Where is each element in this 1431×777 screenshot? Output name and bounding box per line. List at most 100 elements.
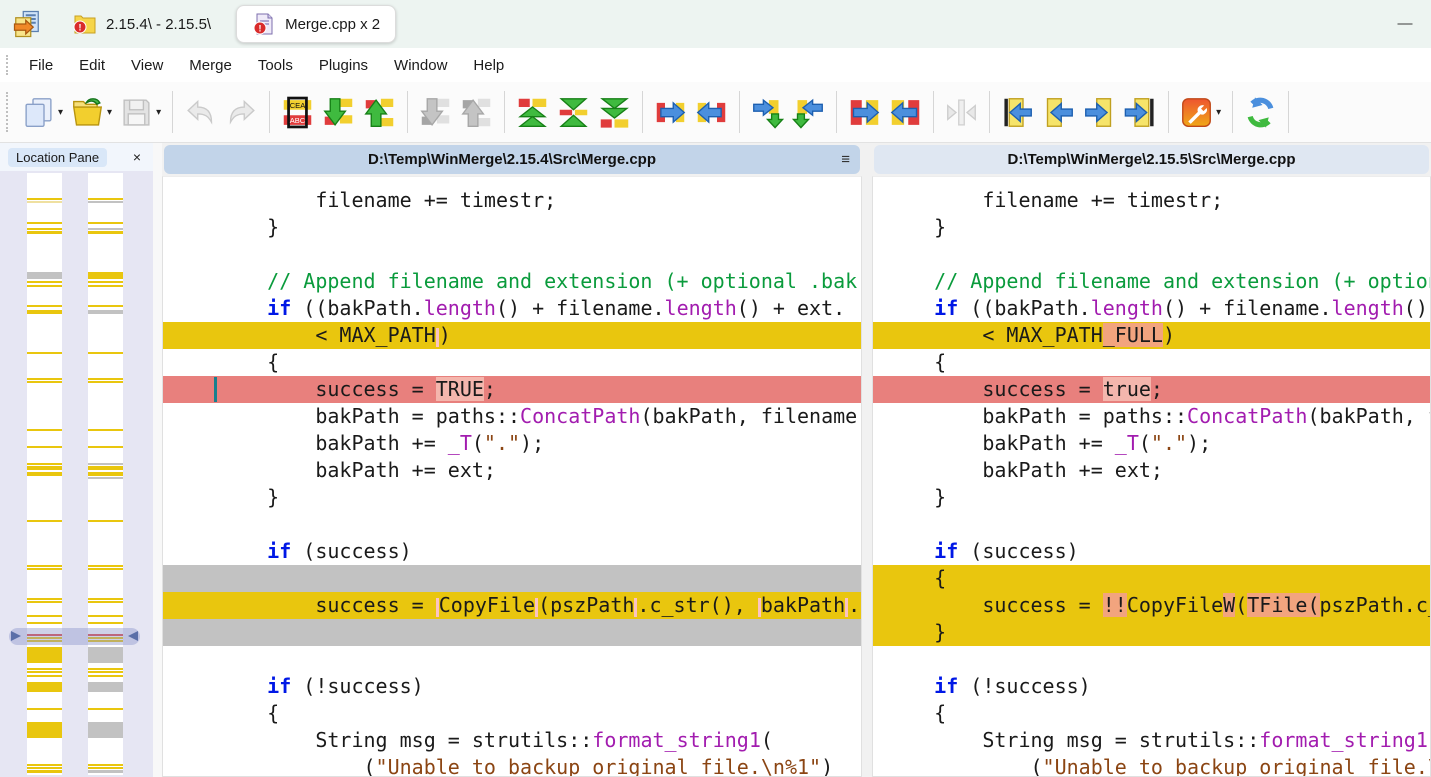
location-diff-bar[interactable] [88, 708, 123, 710]
location-diff-bar[interactable] [88, 615, 123, 617]
location-diff-bar[interactable] [88, 520, 123, 522]
next-conflict-button[interactable] [415, 87, 456, 137]
location-diff-bar[interactable] [88, 770, 123, 773]
location-diff-bar[interactable] [88, 281, 123, 283]
location-diff-bar[interactable] [27, 708, 62, 710]
location-diff-bar[interactable] [88, 466, 123, 470]
code-line[interactable]: { [163, 349, 861, 376]
location-diff-bar[interactable] [88, 722, 123, 738]
location-diff-bar[interactable] [27, 305, 62, 307]
menu-tools[interactable]: Tools [245, 57, 306, 74]
copy-all-left-button[interactable] [885, 87, 926, 137]
location-diff-bar[interactable] [88, 764, 123, 766]
location-diff-bar[interactable] [88, 682, 123, 692]
code-line[interactable]: if (!success) [873, 673, 1430, 700]
location-diff-bar[interactable] [88, 381, 123, 383]
code-line[interactable]: filename += timestr; [163, 187, 861, 214]
location-diff-bar[interactable] [88, 285, 123, 287]
location-diff-bar[interactable] [27, 668, 62, 670]
file-header-left[interactable]: D:\Temp\WinMerge\2.15.4\Src\Merge.cpp ≡ [164, 145, 860, 174]
previous-difference-button[interactable] [359, 87, 400, 137]
location-diff-bar[interactable] [88, 228, 123, 230]
location-diff-bar[interactable] [27, 615, 62, 617]
pane-menu-icon[interactable]: ≡ [841, 145, 850, 174]
copy-right-button[interactable] [650, 87, 691, 137]
location-diff-bar[interactable] [27, 272, 62, 279]
location-diff-bar[interactable] [27, 285, 62, 287]
code-line[interactable]: String msg = strutils::format_string1( [163, 727, 861, 754]
location-diff-bar[interactable] [27, 520, 62, 522]
location-diff-bar[interactable] [88, 668, 123, 670]
location-pane-close-button[interactable]: × [129, 149, 145, 165]
location-diff-bar[interactable] [27, 231, 62, 234]
code-line[interactable]: ("Unable to backup original file.\n%1") [873, 754, 1430, 777]
previous-conflict-button[interactable] [456, 87, 497, 137]
file-header-right[interactable]: D:\Temp\WinMerge\2.15.5\Src\Merge.cpp [874, 145, 1429, 174]
code-line[interactable]: } [873, 619, 1430, 646]
code-line[interactable]: bakPath += ext; [873, 457, 1430, 484]
last-difference-button[interactable] [594, 87, 635, 137]
code-line[interactable]: { [873, 565, 1430, 592]
location-diff-bar[interactable] [27, 463, 62, 465]
location-diff-bar[interactable] [88, 201, 123, 203]
code-line[interactable]: bakPath = paths::ConcatPath(bakPath, fil… [163, 403, 861, 430]
location-diff-bar[interactable] [27, 466, 62, 470]
location-diff-bar[interactable] [88, 231, 123, 234]
menu-merge[interactable]: Merge [176, 57, 245, 74]
location-diff-bar[interactable] [88, 472, 123, 476]
menu-edit[interactable]: Edit [66, 57, 118, 74]
location-diff-bar[interactable] [27, 198, 62, 200]
minimize-button[interactable]: — [1395, 14, 1415, 34]
code-line[interactable]: if ((bakPath.length() + filename.length(… [873, 295, 1430, 322]
location-diff-bar[interactable] [88, 305, 123, 307]
location-diff-bar[interactable] [88, 675, 123, 677]
code-line[interactable]: < MAX_PATH) [163, 322, 861, 349]
undo-button[interactable] [180, 87, 221, 137]
menu-view[interactable]: View [118, 57, 176, 74]
options-button[interactable]: ▾ [1176, 87, 1225, 137]
code-line[interactable]: { [873, 349, 1430, 376]
location-diff-bar[interactable] [27, 378, 62, 380]
location-diff-bar[interactable] [88, 477, 123, 479]
new-button[interactable]: ▾ [18, 87, 67, 137]
location-diff-bar[interactable] [27, 310, 62, 314]
location-diff-bar[interactable] [88, 310, 123, 314]
code-view-right[interactable]: filename += timestr; } // Append filenam… [872, 176, 1431, 777]
code-line[interactable]: } [163, 484, 861, 511]
code-line[interactable] [163, 646, 861, 673]
location-diff-bar[interactable] [88, 598, 123, 600]
code-line[interactable] [163, 511, 861, 538]
location-diff-bar[interactable] [88, 767, 123, 769]
location-diff-bar[interactable] [27, 446, 62, 448]
location-diff-bar[interactable] [88, 622, 123, 624]
code-line[interactable] [163, 565, 861, 592]
code-line[interactable]: bakPath += _T("."); [163, 430, 861, 457]
location-diff-bar[interactable] [88, 198, 123, 200]
location-diff-bar[interactable] [27, 281, 62, 283]
location-diff-bar[interactable] [27, 201, 62, 203]
save-button[interactable]: ▾ [116, 87, 165, 137]
compare-rules-button[interactable]: CEAABC [277, 87, 318, 137]
code-line[interactable]: // Append filename and extension (+ opti… [163, 268, 861, 295]
refresh-button[interactable] [1240, 87, 1281, 137]
menu-plugins[interactable]: Plugins [306, 57, 381, 74]
code-line[interactable]: if (success) [163, 538, 861, 565]
last-file-button[interactable] [1120, 87, 1161, 137]
location-diff-bar[interactable] [27, 228, 62, 230]
tab-file-compare[interactable]: ! Merge.cpp x 2 [236, 5, 396, 43]
code-line[interactable]: { [163, 700, 861, 727]
first-file-button[interactable] [997, 87, 1038, 137]
location-viewport-indicator[interactable] [9, 628, 140, 645]
location-diff-bar[interactable] [27, 682, 62, 692]
location-diff-bar[interactable] [27, 352, 62, 354]
copy-left-button[interactable] [691, 87, 732, 137]
code-line[interactable] [873, 646, 1430, 673]
copy-all-right-button[interactable] [844, 87, 885, 137]
code-line[interactable]: bakPath += ext; [163, 457, 861, 484]
location-diff-bar[interactable] [27, 764, 62, 766]
location-diff-bar[interactable] [88, 222, 123, 224]
dropdown-caret-icon[interactable]: ▾ [1216, 107, 1221, 118]
location-diff-bar[interactable] [88, 568, 123, 570]
auto-merge-button[interactable] [941, 87, 982, 137]
location-diff-bar[interactable] [88, 378, 123, 380]
